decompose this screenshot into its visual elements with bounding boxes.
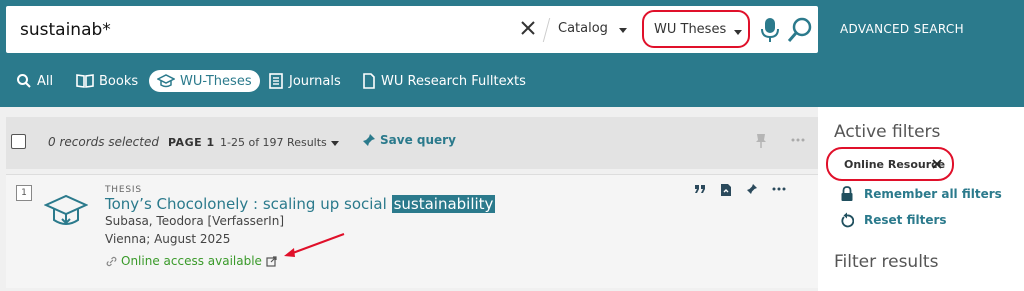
quote-icon[interactable] bbox=[694, 183, 706, 195]
reset-filters-button[interactable]: Reset filters bbox=[840, 212, 947, 228]
tab-label: WU Research Fulltexts bbox=[381, 73, 526, 89]
pin-icon[interactable] bbox=[754, 133, 768, 149]
reset-icon bbox=[841, 212, 854, 228]
pin-icon[interactable] bbox=[746, 183, 758, 195]
record-author: Subasa, Teodora [VerfasserIn] bbox=[105, 214, 285, 228]
record-type: THESIS bbox=[105, 185, 142, 195]
journal-icon bbox=[269, 73, 283, 89]
online-access-link[interactable]: Online access available bbox=[106, 254, 277, 268]
selected-count: 0 records selected bbox=[48, 135, 159, 149]
filter-results-heading: Filter results bbox=[834, 252, 939, 272]
pin-icon bbox=[363, 134, 375, 146]
record-number[interactable]: 1 bbox=[16, 185, 32, 201]
search-term-highlight: sustainability bbox=[391, 195, 496, 213]
more-options-icon[interactable] bbox=[772, 183, 786, 195]
results-range-select[interactable]: 1-25 of 197 Results bbox=[220, 136, 327, 149]
scope-select-value: WU Theses bbox=[654, 22, 727, 37]
external-link-icon bbox=[266, 255, 277, 267]
clear-search-icon[interactable] bbox=[518, 18, 538, 38]
annotation-arrow bbox=[284, 233, 345, 257]
link-icon bbox=[106, 256, 117, 266]
search-box: sustainab* Catalog WU Theses bbox=[6, 6, 818, 53]
filter-chip[interactable]: Online Resource bbox=[826, 147, 954, 181]
result-record: 1 THESIS Tony’s Chocolonely : scaling up… bbox=[6, 174, 818, 288]
record-publication: Vienna; August 2025 bbox=[105, 232, 231, 246]
lock-icon bbox=[841, 186, 853, 201]
remember-filters-label: Remember all filters bbox=[864, 187, 1002, 201]
divider bbox=[542, 18, 551, 42]
graduation-cap-icon bbox=[157, 74, 175, 88]
search-icon bbox=[17, 74, 31, 88]
chevron-down-icon[interactable] bbox=[619, 28, 627, 33]
more-options-icon[interactable] bbox=[791, 138, 805, 142]
catalog-select[interactable]: Catalog bbox=[558, 21, 608, 36]
record-actions bbox=[694, 183, 786, 197]
save-query-button[interactable]: Save query bbox=[362, 133, 456, 147]
book-icon bbox=[76, 74, 94, 88]
tab-label: All bbox=[37, 73, 54, 89]
tab-label: WU-Theses bbox=[180, 73, 252, 89]
sidebar: Active filters Online Resource Remember … bbox=[818, 107, 1024, 291]
scope-select[interactable]: WU Theses bbox=[642, 10, 750, 48]
online-access-label: Online access available bbox=[121, 254, 262, 268]
search-icon[interactable] bbox=[786, 16, 814, 44]
export-icon[interactable] bbox=[720, 183, 732, 197]
header-bar: sustainab* Catalog WU Theses ADVANCED SE… bbox=[0, 0, 1024, 107]
filter-chip-label: Online Resource bbox=[844, 158, 946, 171]
record-title[interactable]: Tony’s Chocolonely : scaling up social s… bbox=[105, 195, 496, 213]
remember-filters-button[interactable]: Remember all filters bbox=[840, 186, 1002, 202]
tab-books[interactable]: Books bbox=[76, 70, 138, 92]
search-input[interactable]: sustainab* bbox=[20, 20, 111, 40]
microphone-icon[interactable] bbox=[758, 16, 782, 44]
tab-label: Books bbox=[99, 73, 139, 89]
tab-wu-research-fulltexts[interactable]: WU Research Fulltexts bbox=[362, 70, 526, 92]
select-all-checkbox[interactable] bbox=[11, 134, 26, 149]
chevron-down-icon bbox=[734, 30, 742, 35]
save-query-label: Save query bbox=[380, 133, 456, 147]
chevron-down-icon[interactable] bbox=[331, 141, 339, 146]
document-icon bbox=[363, 73, 375, 89]
advanced-search-link[interactable]: ADVANCED SEARCH bbox=[840, 22, 964, 36]
close-icon[interactable] bbox=[932, 159, 942, 169]
tab-wu-theses[interactable]: WU-Theses bbox=[149, 70, 260, 92]
active-filters-heading: Active filters bbox=[834, 122, 941, 142]
graduation-cap-icon bbox=[44, 194, 88, 225]
tab-journals[interactable]: Journals bbox=[268, 70, 341, 92]
tab-all[interactable]: All bbox=[16, 70, 53, 92]
reset-filters-label: Reset filters bbox=[864, 213, 947, 227]
page-label: PAGE 1 bbox=[168, 136, 215, 149]
record-title-text: Tony’s Chocolonely : scaling up social bbox=[105, 195, 387, 213]
results-toolbar: 0 records selected PAGE 1 1-25 of 197 Re… bbox=[6, 117, 818, 169]
tab-label: Journals bbox=[289, 73, 341, 89]
